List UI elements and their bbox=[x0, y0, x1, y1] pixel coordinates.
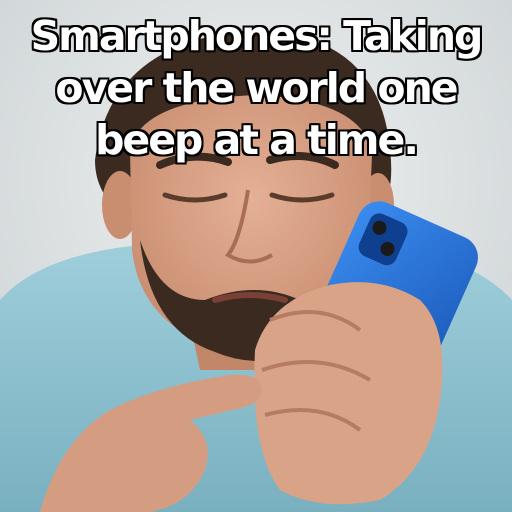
caption-line: Smartphones: Taking bbox=[30, 11, 484, 61]
caption-line: over the world one bbox=[55, 63, 460, 113]
meme-caption: Smartphones: Taking over the world one b… bbox=[0, 10, 512, 166]
meme-image: Smartphones: Taking over the world one b… bbox=[0, 0, 512, 512]
caption-line: beep at a time. bbox=[94, 115, 419, 165]
